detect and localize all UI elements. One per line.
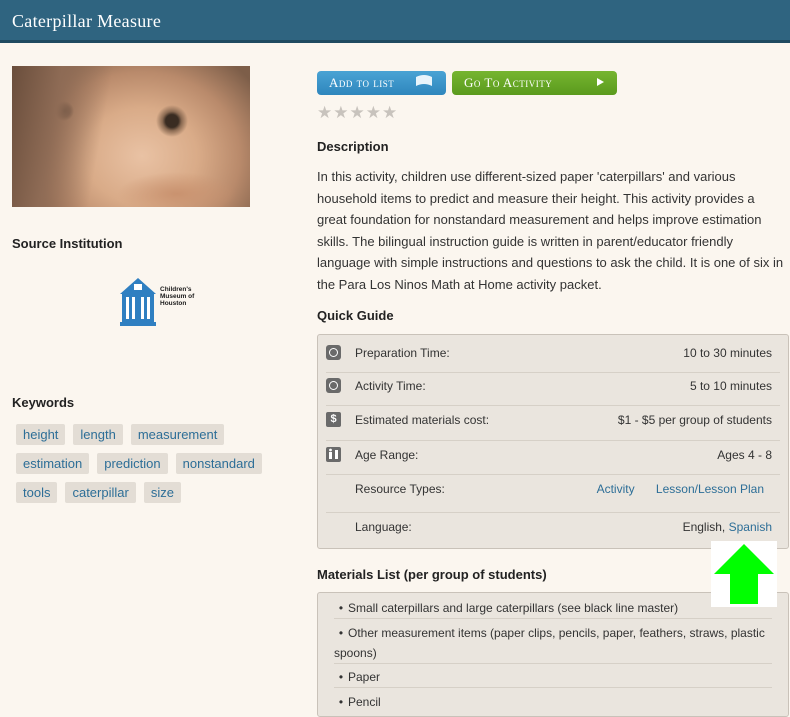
list-item: • Paper: [334, 667, 772, 688]
resource-types-row: Resource Types: Activity Lesson/Lesson P…: [326, 481, 780, 513]
resource-type-link[interactable]: Activity: [597, 482, 635, 496]
materials-list-panel: • Small caterpillars and large caterpilla…: [317, 592, 789, 717]
star-icon[interactable]: ★: [382, 104, 397, 121]
star-icon[interactable]: ★: [366, 104, 381, 121]
material-text: Paper: [348, 670, 381, 684]
rating-stars[interactable]: ★ ★ ★ ★ ★: [317, 104, 397, 121]
list-item: • Small caterpillars and large caterpilla…: [334, 598, 772, 619]
quick-guide-heading: Quick Guide: [317, 308, 394, 323]
star-icon[interactable]: ★: [333, 104, 348, 121]
source-institution-heading: Source Institution: [12, 236, 123, 251]
dollar-icon: $: [326, 412, 341, 427]
keyword-tag[interactable]: size: [143, 482, 181, 503]
bullet-icon: •: [338, 670, 344, 684]
keywords-heading: Keywords: [12, 395, 75, 410]
language-values: English, Spanish: [683, 520, 772, 534]
bullet-icon: •: [338, 601, 344, 615]
resource-types-label: Resource Types:: [355, 482, 445, 496]
activity-time-row: Activity Time: 5 to 10 minutes: [326, 378, 780, 406]
add-to-list-button[interactable]: Add to list: [317, 71, 446, 95]
annotation-arrow: [711, 541, 777, 607]
quick-guide-panel: Preparation Time: 10 to 30 minutes Activ…: [317, 334, 789, 549]
material-text: Pencil: [348, 695, 381, 709]
go-to-activity-button[interactable]: Go To Activity: [452, 71, 617, 95]
list-item: • Other measurement items (paper clips, p…: [334, 623, 772, 664]
keyword-row: estimation prediction nonstandard: [16, 453, 296, 474]
age-range-value: Ages 4 - 8: [717, 448, 772, 462]
keyword-row: tools caterpillar size: [16, 482, 296, 503]
keyword-tag[interactable]: nonstandard: [175, 453, 262, 474]
language-english: English,: [682, 520, 726, 534]
museum-logo[interactable]: Children's Museum of Houston: [118, 276, 214, 328]
up-arrow-icon: [714, 544, 774, 604]
bullet-icon: •: [338, 626, 344, 640]
museum-building-icon: [120, 278, 156, 326]
keyword-list: height length measurement estimation pre…: [16, 424, 296, 511]
material-text: Small caterpillars and large caterpillar…: [348, 601, 679, 615]
keyword-tag[interactable]: prediction: [97, 453, 168, 474]
language-label: Language:: [355, 520, 412, 534]
keyword-tag[interactable]: estimation: [16, 453, 90, 474]
keyword-tag[interactable]: height: [16, 424, 66, 445]
star-icon[interactable]: ★: [317, 104, 332, 121]
play-arrow-icon: [595, 76, 605, 91]
language-row: Language: English, Spanish: [326, 519, 780, 543]
keyword-tag[interactable]: measurement: [130, 424, 225, 445]
preparation-time-label: Preparation Time:: [355, 346, 450, 360]
title-bar: Caterpillar Measure: [0, 0, 790, 43]
keyword-tag[interactable]: length: [73, 424, 123, 445]
clock-icon: [326, 345, 341, 360]
preparation-time-value: 10 to 30 minutes: [683, 346, 772, 360]
materials-cost-label: Estimated materials cost:: [355, 413, 490, 427]
description-heading: Description: [317, 139, 389, 154]
materials-list-heading: Materials List (per group of students): [317, 567, 547, 582]
activity-time-value: 5 to 10 minutes: [689, 379, 772, 393]
photo-shading: [12, 66, 132, 207]
keyword-row: height length measurement: [16, 424, 296, 445]
list-item: • Pencil: [334, 692, 772, 712]
add-to-list-label: Add to list: [329, 75, 395, 90]
logo-text: Children's Museum of Houston: [160, 286, 195, 307]
activity-photo: [12, 66, 250, 207]
preparation-time-row: Preparation Time: 10 to 30 minutes: [326, 345, 780, 373]
clock-icon: [326, 378, 341, 393]
star-icon[interactable]: ★: [350, 104, 365, 121]
language-spanish-link[interactable]: Spanish: [729, 520, 772, 534]
list-icon: [414, 74, 434, 92]
keyword-tag[interactable]: tools: [16, 482, 58, 503]
material-text: Other measurement items (paper clips, pe…: [334, 626, 765, 660]
activity-time-label: Activity Time:: [355, 379, 426, 393]
go-to-activity-label: Go To Activity: [464, 75, 553, 90]
materials-cost-value: $1 - $5 per group of students: [617, 413, 772, 427]
age-range-row: Age Range: Ages 4 - 8: [326, 447, 780, 475]
resource-types-values: Activity Lesson/Lesson Plan: [597, 482, 764, 496]
materials-cost-row: $ Estimated materials cost: $1 - $5 per …: [326, 412, 780, 441]
keyword-tag[interactable]: caterpillar: [65, 482, 136, 503]
age-range-label: Age Range:: [355, 448, 419, 462]
bullet-icon: •: [338, 695, 344, 709]
resource-type-link[interactable]: Lesson/Lesson Plan: [656, 482, 764, 496]
age-range-icon: [326, 447, 341, 462]
description-text: In this activity, children use different…: [317, 169, 784, 292]
page-title: Caterpillar Measure: [12, 11, 162, 31]
